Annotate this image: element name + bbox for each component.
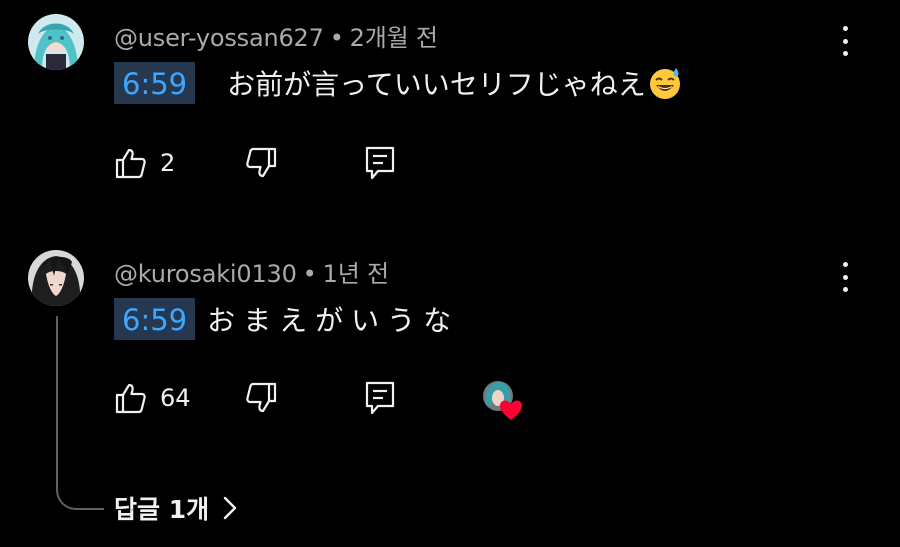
avatar[interactable] xyxy=(28,250,84,306)
thread-connector-line xyxy=(56,316,104,510)
thumbs-up-icon xyxy=(115,383,146,414)
reply-icon xyxy=(365,146,395,180)
author-handle[interactable]: @kurosaki0130 xyxy=(114,260,297,288)
comment-meta: @user-yossan627 • 2개월 전 xyxy=(114,18,438,53)
comment-item: @user-yossan627 • 2개월 전 6:59 お前が言っていいセリフじゃ… xyxy=(0,0,900,230)
reply-button[interactable] xyxy=(364,143,396,183)
more-vert-icon[interactable] xyxy=(834,260,856,294)
reply-button[interactable] xyxy=(364,378,396,418)
timestamp-link[interactable]: 6:59 xyxy=(114,298,196,340)
avatar-image xyxy=(28,14,84,70)
comment-actions: 64 xyxy=(114,378,614,420)
comment-text: お前が言っていいセリフじゃねえ xyxy=(227,68,646,101)
like-button[interactable]: 64 xyxy=(114,378,191,418)
thumbs-down-icon xyxy=(246,382,277,413)
like-button[interactable]: 2 xyxy=(114,143,175,183)
like-count: 64 xyxy=(160,384,191,412)
comment-body: 6:59 おまえがいうな xyxy=(114,298,459,340)
view-replies-button[interactable]: 답글 1개 xyxy=(114,490,237,526)
comment-meta: @kurosaki0130 • 1년 전 xyxy=(114,254,389,289)
comment-time: 1년 전 xyxy=(322,260,389,288)
author-handle[interactable]: @user-yossan627 xyxy=(114,24,324,52)
avatar-image xyxy=(28,250,84,306)
meta-separator: • xyxy=(302,260,317,288)
avatar[interactable] xyxy=(28,14,84,70)
comment-time: 2개월 전 xyxy=(349,24,438,52)
comment-body: 6:59 お前が言っていいセリフじゃねえ xyxy=(114,62,682,104)
dislike-button[interactable] xyxy=(244,378,278,418)
dislike-button[interactable] xyxy=(244,143,278,183)
like-count: 2 xyxy=(160,149,176,177)
thumbs-up-icon xyxy=(115,148,146,179)
comment-actions: 2 xyxy=(114,143,614,183)
more-vert-icon[interactable] xyxy=(834,24,856,58)
reply-icon xyxy=(365,381,395,415)
thumbs-down-icon xyxy=(246,147,277,178)
comment-text: おまえがいうな xyxy=(207,304,460,337)
sweat-smile-emoji-icon xyxy=(648,66,682,100)
chevron-right-icon xyxy=(223,496,237,520)
meta-separator: • xyxy=(329,24,344,52)
timestamp-link[interactable]: 6:59 xyxy=(114,62,196,104)
comment-item: @kurosaki0130 • 1년 전 6:59 おまえがいうな 64 xyxy=(0,240,900,440)
creator-heart-badge xyxy=(480,378,526,422)
replies-count-label: 답글 1개 xyxy=(114,495,210,524)
